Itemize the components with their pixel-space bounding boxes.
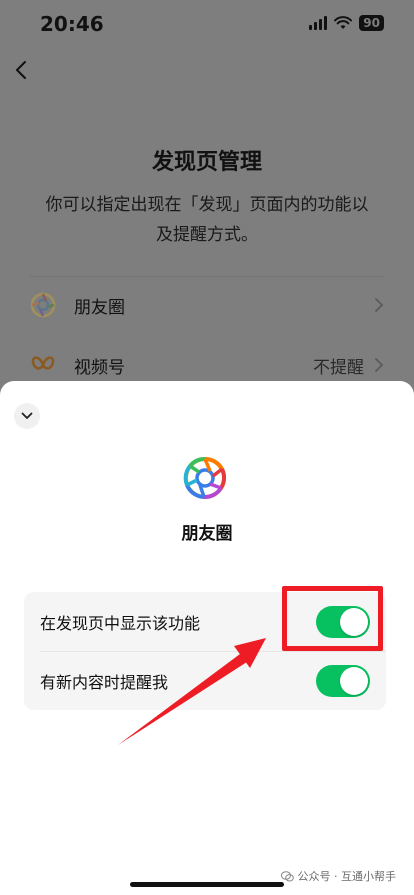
collapse-button[interactable] — [14, 403, 40, 429]
list-item-value: 不提醒 — [313, 357, 364, 378]
list-item-moments[interactable]: 朋友圈 — [30, 285, 384, 325]
watermark-text: 公众号 · 互通小帮手 — [297, 870, 397, 883]
list-item-channels[interactable]: 视频号 不提醒 — [30, 345, 384, 385]
wechat-icon — [280, 870, 294, 882]
status-bar: 20:46 90 — [0, 0, 414, 50]
notify-new-content-toggle[interactable] — [316, 664, 370, 697]
setting-label: 有新内容时提醒我 — [40, 672, 169, 692]
aperture-icon — [30, 292, 56, 318]
list-item-label: 朋友圈 — [74, 297, 125, 318]
page-description: 你可以指定出现在「发现」页面内的功能以及提醒方式。 — [45, 195, 369, 245]
setting-label: 在发现页中显示该功能 — [40, 613, 201, 633]
toggle-knob — [340, 666, 368, 695]
chevron-down-icon — [21, 412, 33, 419]
divider — [30, 276, 384, 277]
back-chevron-icon[interactable] — [10, 58, 34, 82]
chevron-right-icon — [375, 358, 384, 372]
chevron-right-icon — [375, 298, 384, 312]
butterfly-icon — [31, 356, 55, 370]
battery-indicator: 90 — [359, 15, 384, 31]
aperture-icon — [183, 456, 227, 499]
highlight-box — [282, 586, 383, 651]
list-item-label: 视频号 — [74, 357, 125, 378]
status-time: 20:46 — [40, 12, 104, 36]
app-name: 朋友圈 — [181, 524, 233, 544]
signal-icon — [309, 16, 328, 30]
page-title: 发现页管理 — [151, 150, 262, 175]
wifi-icon — [334, 16, 353, 29]
setting-row-notify-new: 有新内容时提醒我 — [24, 651, 386, 710]
status-icons: 90 — [309, 15, 384, 31]
home-indicator[interactable] — [130, 882, 284, 887]
watermark: 公众号 · 互通小帮手 — [280, 868, 397, 884]
